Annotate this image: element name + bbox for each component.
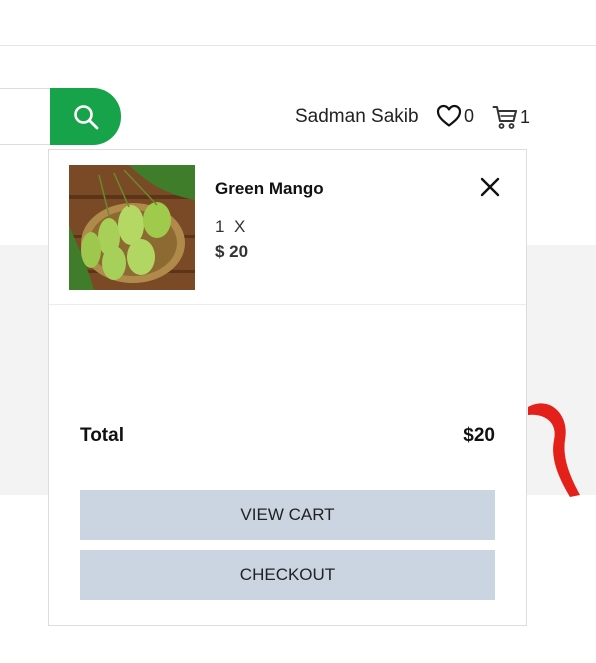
search-button[interactable]: [50, 88, 121, 145]
user-name[interactable]: Sadman Sakib: [295, 106, 419, 128]
cart-icon: [492, 106, 517, 129]
checkout-button[interactable]: CHECKOUT: [80, 550, 495, 600]
page: Sadman Sakib 0 1 Green Mango 1 X $ 20 To…: [0, 0, 596, 663]
heart-icon: [436, 104, 462, 127]
cart-dropdown: Green Mango 1X $ 20 Total $20 VIEW CART …: [48, 149, 527, 626]
cart-button[interactable]: 1: [492, 104, 530, 130]
product-name[interactable]: Green Mango: [215, 179, 324, 199]
close-icon: [480, 177, 500, 197]
search-icon: [73, 104, 98, 129]
view-cart-button[interactable]: VIEW CART: [80, 490, 495, 540]
cart-item: Green Mango 1X $ 20: [49, 150, 526, 305]
top-bar: [0, 0, 596, 46]
product-image[interactable]: [69, 165, 195, 290]
chili-image-fragment: [528, 403, 580, 497]
remove-item-button[interactable]: [478, 175, 502, 199]
item-price: $ 20: [215, 242, 249, 261]
multiply-sign: X: [233, 217, 246, 236]
search-input[interactable]: [0, 88, 52, 145]
quantity-line: 1X: [215, 217, 246, 237]
wishlist-button[interactable]: 0: [436, 104, 474, 128]
total-value: $20: [463, 425, 495, 446]
total-label: Total: [80, 425, 124, 446]
item-quantity: 1: [215, 217, 225, 236]
wishlist-count: 0: [464, 105, 475, 126]
cart-count: 1: [520, 106, 531, 127]
